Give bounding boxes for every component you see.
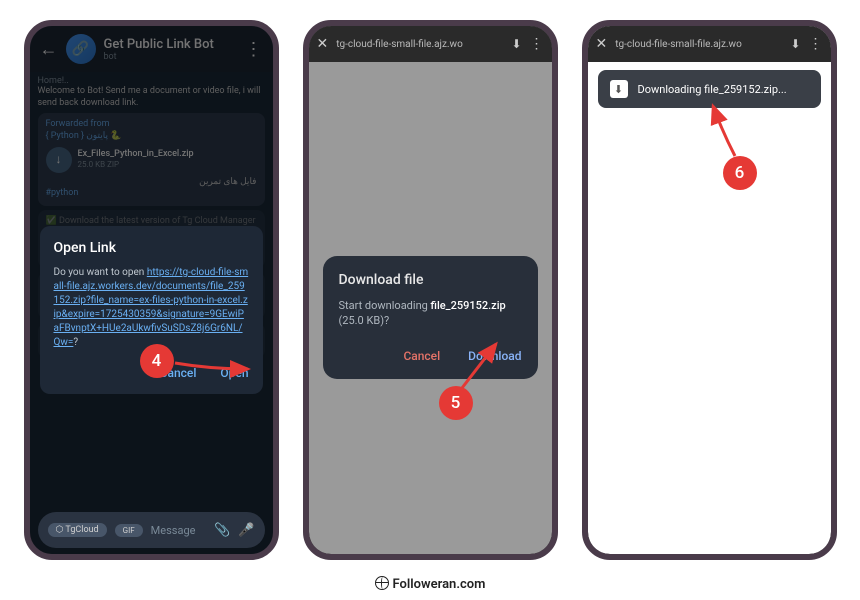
annotation-arrow-4 — [170, 351, 260, 381]
phone-1: ← 🔗 Get Public Link Bot bot ⋮ Home!.. We… — [24, 20, 279, 560]
browser-bar: ✕ tg-cloud-file-small-file.ajz.wo ⬇ ⋮ — [309, 26, 552, 62]
dialog-prompt: Do you want to open — [54, 267, 147, 278]
footer: Followeran.com — [0, 576, 860, 592]
annotation-badge-6: 6 — [723, 156, 757, 190]
footer-text: Followeran.com — [393, 577, 486, 592]
dialog-url[interactable]: https://tg-cloud-file-small-file.ajz.wor… — [54, 267, 249, 348]
close-icon[interactable]: ✕ — [317, 36, 329, 52]
cancel-button[interactable]: Cancel — [403, 349, 440, 363]
annotation-badge-4: 4 — [140, 344, 174, 378]
url-text[interactable]: tg-cloud-file-small-file.ajz.wo — [336, 39, 503, 50]
close-icon[interactable]: ✕ — [596, 36, 608, 52]
more-icon[interactable]: ⋮ — [809, 36, 823, 52]
download-icon[interactable]: ⬇ — [511, 37, 521, 51]
mic-icon[interactable]: 🎤 — [238, 523, 254, 538]
globe-icon — [375, 576, 389, 590]
toast-text: Downloading file_259152.zip... — [638, 83, 787, 96]
browser-bar: ✕ tg-cloud-file-small-file.ajz.wo ⬇ ⋮ — [588, 26, 831, 62]
phone-2: ✕ tg-cloud-file-small-file.ajz.wo ⬇ ⋮ Do… — [303, 20, 558, 560]
gif-chip[interactable]: GIF — [115, 524, 143, 537]
more-icon[interactable]: ⋮ — [530, 36, 544, 52]
annotation-badge-5: 5 — [439, 386, 473, 420]
annotation-arrow-6 — [703, 98, 753, 163]
dialog-title: Download file — [339, 272, 522, 288]
filename: file_259152.zip — [431, 299, 506, 312]
input-placeholder: Message — [151, 524, 206, 537]
tgcloud-chip[interactable]: ⬡ TgCloud — [48, 523, 107, 537]
phone-3: ✕ tg-cloud-file-small-file.ajz.wo ⬇ ⋮ ⬇ … — [582, 20, 837, 560]
message-input-bar[interactable]: ⬡ TgCloud GIF Message 📎 🎤 — [38, 512, 265, 548]
file-icon: ⬇ — [610, 80, 628, 98]
url-text[interactable]: tg-cloud-file-small-file.ajz.wo — [615, 39, 782, 50]
attach-icon[interactable]: 📎 — [214, 523, 230, 538]
download-icon[interactable]: ⬇ — [790, 37, 800, 51]
dialog-title: Open Link — [54, 240, 249, 256]
